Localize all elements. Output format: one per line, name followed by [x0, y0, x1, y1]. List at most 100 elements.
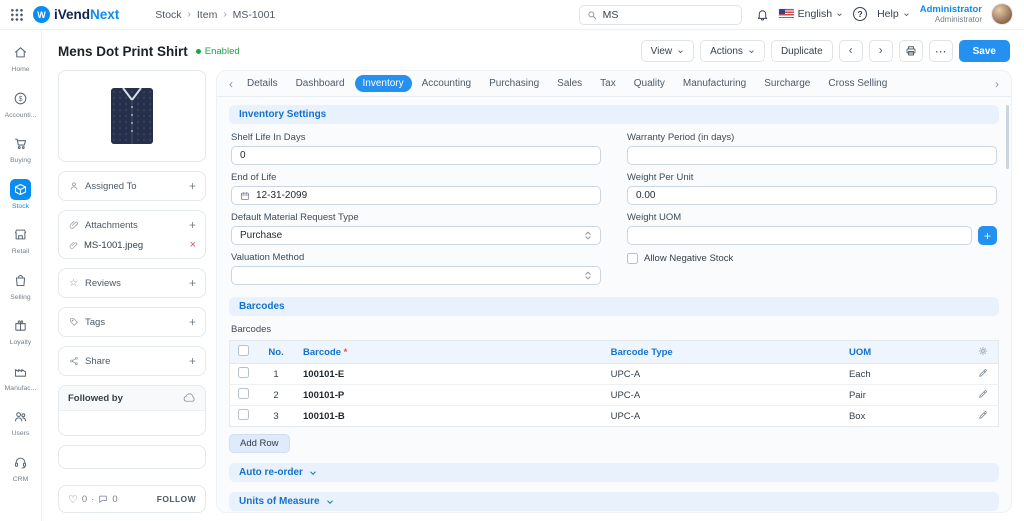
tab-manufacturing[interactable]: Manufacturing	[675, 75, 754, 92]
more-menu-button[interactable]: ⋯	[929, 40, 953, 62]
edit-row-pencil-icon[interactable]	[978, 389, 988, 399]
shelf-life-input[interactable]: 0	[231, 146, 601, 165]
apps-grid-icon[interactable]	[10, 8, 23, 21]
section-inventory-settings[interactable]: Inventory Settings	[229, 105, 999, 124]
add-attachment-button[interactable]: +	[189, 219, 196, 231]
valuation-method-select[interactable]	[231, 266, 601, 285]
breadcrumb-stock[interactable]: Stock	[155, 9, 181, 21]
add-review-button[interactable]: +	[189, 277, 196, 289]
weight-per-unit-input[interactable]: 0.00	[627, 186, 997, 205]
sidebar-item-manufacturing[interactable]: Manufac...	[0, 361, 41, 407]
comment-icon[interactable]	[98, 494, 108, 504]
sidebar-item-crm[interactable]: CRM	[0, 452, 41, 498]
users-icon	[10, 406, 31, 427]
sidebar-item-retail[interactable]: Retail	[0, 224, 41, 270]
paperclip-icon	[68, 220, 79, 230]
row-no: 3	[257, 406, 295, 427]
language-label: English	[798, 8, 832, 20]
allow-negative-stock-checkbox[interactable]	[627, 253, 638, 264]
barcode-type-cell[interactable]: UPC-A	[603, 364, 841, 385]
default-material-request-type-select[interactable]: Purchase	[231, 226, 601, 245]
grid-settings-gear-icon[interactable]	[978, 346, 988, 356]
sidebar-item-accounting[interactable]: $ Accounti...	[0, 88, 41, 134]
actions-button[interactable]: Actions	[700, 40, 765, 62]
print-button[interactable]	[899, 40, 923, 62]
add-row-button[interactable]: Add Row	[229, 434, 290, 453]
barcode-cell[interactable]: 100101-B	[295, 406, 603, 427]
avatar[interactable]	[992, 4, 1012, 24]
save-button[interactable]: Save	[959, 40, 1010, 62]
tab-surcharge[interactable]: Surcharge	[756, 75, 818, 92]
next-record-button[interactable]: ›	[869, 40, 893, 62]
section-units-of-measure[interactable]: Units of Measure	[229, 492, 999, 511]
section-barcodes[interactable]: Barcodes	[229, 297, 999, 316]
like-heart-icon[interactable]: ♡	[68, 493, 78, 506]
barcode-cell[interactable]: 100101-P	[295, 385, 603, 406]
tab-inventory[interactable]: Inventory	[355, 75, 412, 92]
row-checkbox[interactable]	[238, 409, 249, 420]
end-of-life-date-input[interactable]: 12-31-2099	[231, 186, 601, 205]
tabs-scroll-right-icon[interactable]: ›	[991, 77, 1003, 91]
user-menu[interactable]: Administrator Administrator	[920, 4, 982, 25]
shirt-image	[105, 83, 159, 149]
uom-cell[interactable]: Each	[841, 364, 969, 385]
sidebar-item-home[interactable]: Home	[0, 42, 41, 88]
add-assignment-button[interactable]: +	[189, 180, 196, 192]
sidebar-item-selling[interactable]: Selling	[0, 270, 41, 316]
row-checkbox[interactable]	[238, 388, 249, 399]
tab-details[interactable]: Details	[239, 75, 286, 92]
global-search-input[interactable]: MS	[579, 5, 742, 25]
user-name: Administrator	[920, 4, 982, 15]
uom-cell[interactable]: Pair	[841, 385, 969, 406]
help-menu[interactable]: Help	[877, 8, 910, 20]
sidebar-item-buying[interactable]: Buying	[0, 133, 41, 179]
row-checkbox[interactable]	[238, 367, 249, 378]
weight-uom-input[interactable]	[627, 226, 972, 245]
tab-cross-selling[interactable]: Cross Selling	[820, 75, 895, 92]
tab-purchasing[interactable]: Purchasing	[481, 75, 547, 92]
sidebar-item-loyalty[interactable]: Loyalty	[0, 315, 41, 361]
scrollbar-thumb[interactable]	[1006, 105, 1009, 169]
tab-accounting[interactable]: Accounting	[414, 75, 479, 92]
barcode-type-cell[interactable]: UPC-A	[603, 406, 841, 427]
breadcrumb-separator: ›	[188, 9, 191, 20]
remove-attachment-icon[interactable]: ×	[190, 239, 196, 251]
tab-tax[interactable]: Tax	[592, 75, 624, 92]
brand-logo[interactable]: W iVendNext	[33, 6, 119, 23]
section-auto-reorder[interactable]: Auto re-order	[229, 463, 999, 482]
sidebar-item-stock[interactable]: Stock	[0, 179, 41, 225]
add-weight-uom-button[interactable]: +	[978, 226, 997, 245]
star-icon: ☆	[68, 278, 79, 289]
prev-record-button[interactable]: ‹	[839, 40, 863, 62]
select-all-checkbox[interactable]	[238, 345, 249, 356]
notifications-bell-icon[interactable]	[756, 8, 769, 21]
col-barcode: Barcode *	[295, 341, 603, 364]
barcode-cell[interactable]: 100101-E	[295, 364, 603, 385]
duplicate-button[interactable]: Duplicate	[771, 40, 833, 62]
edit-row-pencil-icon[interactable]	[978, 368, 988, 378]
breadcrumb-item[interactable]: Item	[197, 9, 217, 21]
sidebar-item-users[interactable]: Users	[0, 406, 41, 452]
gift-icon	[10, 315, 31, 336]
item-image[interactable]	[58, 70, 206, 162]
tab-quality[interactable]: Quality	[626, 75, 673, 92]
edit-row-pencil-icon[interactable]	[978, 410, 988, 420]
follow-button[interactable]: FOLLOW	[157, 494, 196, 504]
cloud-icon[interactable]	[183, 393, 196, 403]
field-end-of-life: End of Life 12-31-2099	[231, 172, 601, 205]
tabs-scroll-left-icon[interactable]: ‹	[225, 77, 237, 91]
share-add-button[interactable]: +	[189, 355, 196, 367]
help-circle-icon[interactable]: ?	[853, 7, 867, 21]
warranty-period-input[interactable]	[627, 146, 997, 165]
tab-sales[interactable]: Sales	[549, 75, 590, 92]
attachment-file-link[interactable]: MS-1001.jpeg	[84, 240, 143, 251]
breadcrumb-current[interactable]: MS-1001	[233, 9, 276, 21]
tab-dashboard[interactable]: Dashboard	[288, 75, 353, 92]
add-tag-button[interactable]: +	[189, 316, 196, 328]
uom-cell[interactable]: Box	[841, 406, 969, 427]
paperclip-icon	[68, 241, 79, 250]
language-selector[interactable]: English	[779, 8, 843, 20]
barcode-type-cell[interactable]: UPC-A	[603, 385, 841, 406]
view-button[interactable]: View	[641, 40, 695, 62]
followed-by-list	[59, 411, 205, 435]
